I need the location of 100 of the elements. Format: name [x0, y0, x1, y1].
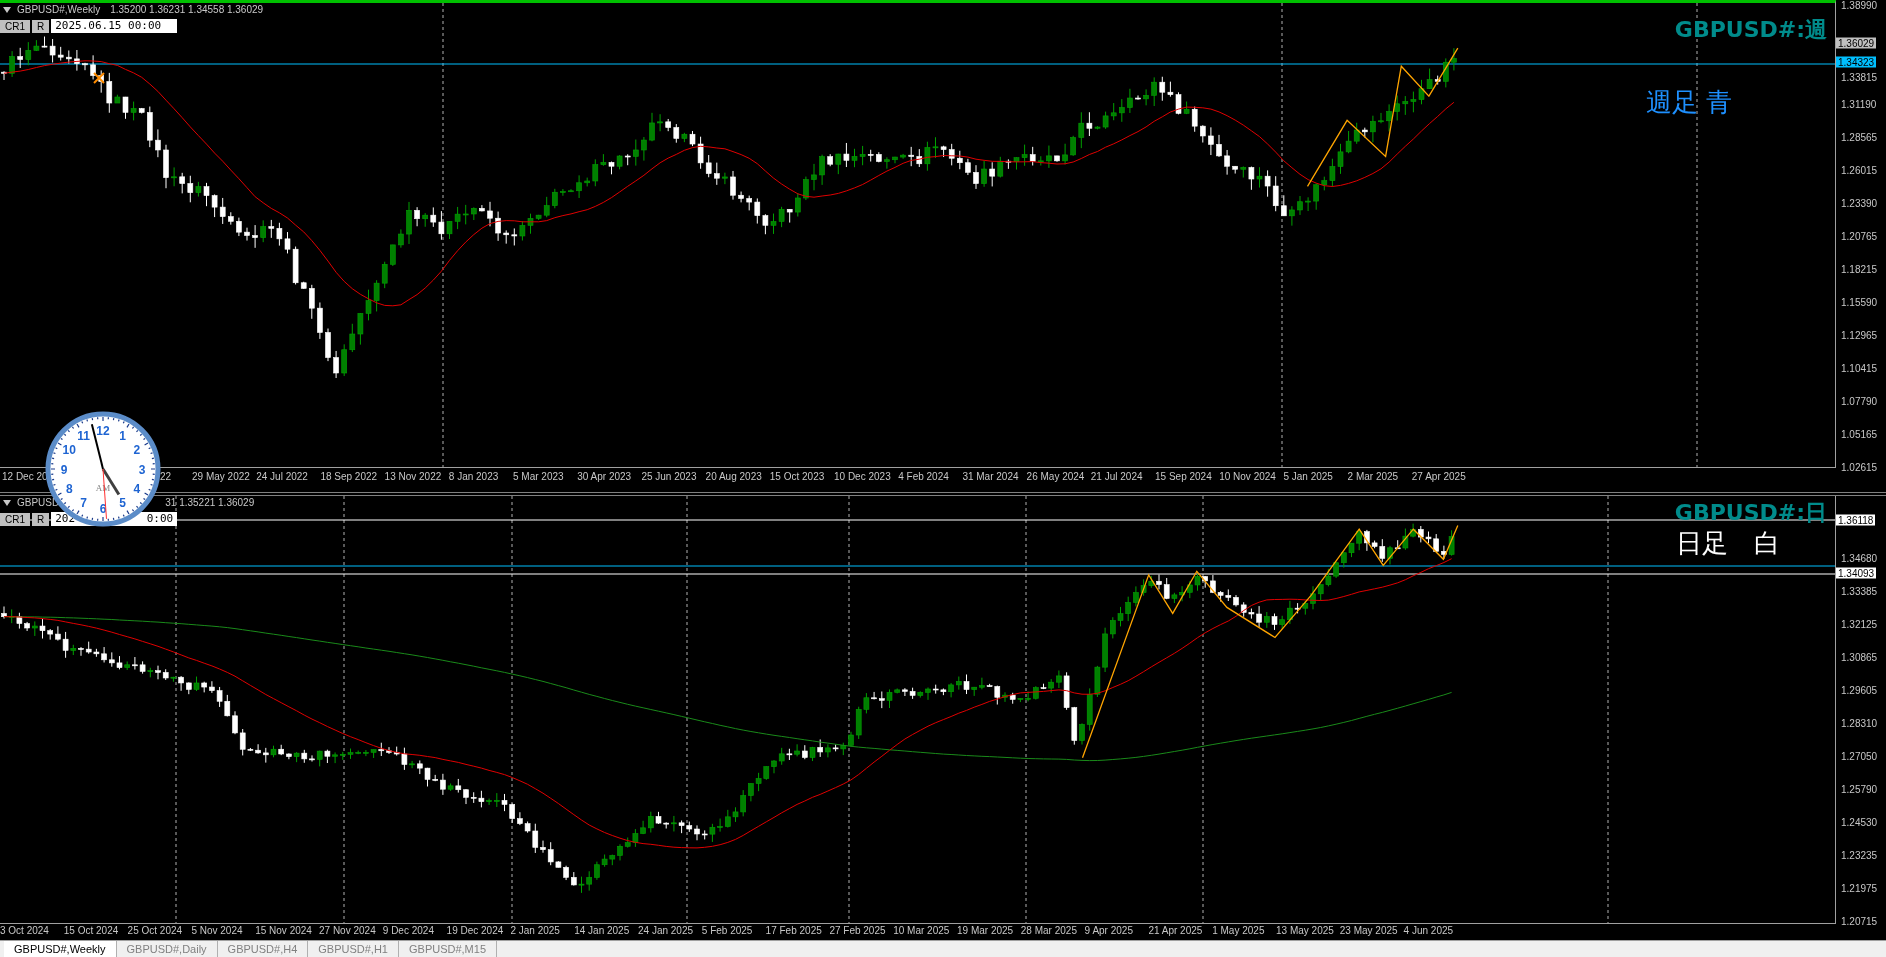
- time-axis-label: 23 May 2025: [1339, 925, 1398, 936]
- chart-tab[interactable]: GBPUSD#,Weekly: [4, 941, 117, 957]
- time-axis-label: 22: [160, 471, 172, 482]
- time-axis-label: 4 Feb 2024: [898, 471, 949, 482]
- price-axis-label: 1.20765: [1841, 230, 1878, 242]
- clock-number: 2: [133, 443, 141, 457]
- time-axis-label: 13 Nov 2022: [384, 471, 442, 482]
- chart-title: GBPUSD#:週: [1674, 16, 1827, 44]
- time-axis-label: 25 Oct 2024: [127, 925, 183, 936]
- time-axis-label: 21 Apr 2025: [1148, 925, 1203, 936]
- time-axis-label: 30 Apr 2023: [577, 471, 632, 482]
- price-axis-label: 1.38990: [1841, 0, 1878, 11]
- chart-tab[interactable]: GBPUSD#,M15: [399, 941, 497, 957]
- ohlc-values: 1.35200 1.36231 1.34558 1.36029: [110, 4, 264, 15]
- time-axis-label: 17 Feb 2025: [765, 925, 822, 936]
- price-marker: 1.34323: [1836, 56, 1877, 68]
- price-axis-label: 1.27050: [1841, 750, 1878, 762]
- time-axis-label: 9 Dec 2024: [382, 925, 434, 936]
- time-axis-label: 2 Jan 2025: [510, 925, 560, 936]
- price-axis-label: 1.05165: [1841, 428, 1878, 440]
- chart-tab[interactable]: GBPUSD#,H4: [217, 941, 309, 957]
- price-marker: 1.36029: [1836, 37, 1877, 49]
- price-axis-label: 1.28565: [1841, 131, 1878, 143]
- time-axis-label: 15 Oct 2024: [63, 925, 119, 936]
- datetime-field[interactable]: 2025.06.15 00:00: [51, 19, 178, 33]
- price-axis-label: 1.29605: [1841, 684, 1878, 696]
- price-axis-label: 1.18215: [1841, 263, 1878, 275]
- time-axis-label: 21 Jul 2024: [1090, 471, 1143, 482]
- clock-number: 12: [96, 423, 110, 438]
- time-axis-label: 3 Oct 2024: [0, 925, 49, 936]
- clock-number: 3: [138, 462, 146, 477]
- clock-number: 6: [99, 501, 107, 516]
- chart-note: 週足 青: [1646, 86, 1733, 119]
- chart-note: 日足 白: [1676, 527, 1780, 560]
- time-axis-label: 31 Mar 2024: [962, 471, 1019, 482]
- time-axis-label: 15 Oct 2023: [769, 471, 825, 482]
- price-axis-label: 1.10415: [1841, 362, 1878, 374]
- price-axis-label: 1.25790: [1841, 783, 1878, 795]
- time-axis-label: 4 Jun 2025: [1403, 925, 1454, 936]
- time-axis-label: 19 Mar 2025: [957, 925, 1014, 936]
- time-axis-label: 10 Mar 2025: [893, 925, 950, 936]
- clock-number: 10: [62, 443, 76, 457]
- price-axis-label: 1.12965: [1841, 329, 1878, 341]
- time-axis-label: 28 Mar 2025: [1020, 925, 1077, 936]
- time-axis-label: 27 Feb 2025: [829, 925, 886, 936]
- time-axis-label: 27 Nov 2024: [319, 925, 376, 936]
- time-axis-label: 18 Sep 2022: [320, 471, 378, 482]
- time-axis-label: 10 Nov 2024: [1219, 471, 1276, 482]
- time-axis-label: 24 Jan 2025: [638, 925, 694, 936]
- clock-number: 9: [60, 462, 68, 477]
- chart-tab[interactable]: GBPUSD#,Daily: [116, 941, 218, 957]
- chart-button[interactable]: R: [32, 19, 50, 33]
- time-axis-label: 9 Apr 2025: [1084, 925, 1133, 936]
- price-axis-label: 1.32125: [1841, 618, 1878, 630]
- time-axis-label: 5 Feb 2025: [701, 925, 753, 936]
- clock-number: 7: [80, 496, 87, 511]
- price-marker: 1.34093: [1836, 567, 1877, 579]
- time-axis-label: 2 Mar 2025: [1347, 471, 1399, 482]
- price-axis-label: 1.31190: [1841, 98, 1877, 110]
- time-axis-label: 5 Nov 2024: [191, 925, 243, 936]
- price-axis-label: 1.26015: [1841, 164, 1878, 176]
- clock-number: 11: [77, 428, 90, 443]
- price-axis-label: 1.23390: [1841, 197, 1878, 209]
- time-axis-label: 27 Apr 2025: [1411, 471, 1466, 482]
- price-axis-label: 1.34680: [1841, 552, 1878, 564]
- price-axis-label: 1.33385: [1841, 585, 1878, 597]
- chart-tab[interactable]: GBPUSD#,H1: [308, 941, 399, 957]
- chart-button[interactable]: CR1: [0, 19, 30, 33]
- time-axis-label: 25 Jun 2023: [641, 471, 697, 482]
- price-axis-label: 1.28310: [1841, 717, 1878, 729]
- time-axis-label: 24 Jul 2022: [256, 471, 308, 482]
- time-axis-label: 5 Jan 2025: [1283, 471, 1333, 482]
- price-axis-label: 1.21975: [1841, 882, 1878, 894]
- chart-symbol: GBPUSD#,Weekly: [17, 4, 101, 15]
- time-axis-label: 5 Mar 2023: [513, 471, 564, 482]
- time-axis-label: 19 Dec 2024: [446, 925, 504, 936]
- price-axis-label: 1.02615: [1841, 461, 1878, 473]
- ohlc-values: 31 1.35221 1.36029: [165, 497, 255, 508]
- time-axis-label: 13 May 2025: [1276, 925, 1334, 936]
- chart-button[interactable]: R: [32, 512, 50, 526]
- price-axis-label: 1.24530: [1841, 816, 1878, 828]
- time-axis-label: 14 Jan 2025: [574, 925, 630, 936]
- time-axis-label: 1 May 2025: [1212, 925, 1265, 936]
- price-axis-label: 1.20715: [1841, 915, 1878, 927]
- price-axis-label: 1.07790: [1841, 395, 1878, 407]
- chart-title: GBPUSD#:日: [1674, 499, 1827, 527]
- clock-number: 5: [119, 496, 126, 511]
- time-axis-label: 8 Jan 2023: [448, 471, 499, 482]
- price-marker: 1.36118: [1836, 514, 1876, 526]
- time-axis-label: 26 May 2024: [1026, 471, 1085, 482]
- time-axis-label: 15 Nov 2024: [255, 925, 312, 936]
- price-axis-label: 1.23235: [1841, 849, 1878, 861]
- time-axis-label: 10 Dec 2023: [834, 471, 891, 482]
- price-axis-label: 1.33815: [1841, 71, 1878, 83]
- clock-number: 4: [133, 482, 141, 496]
- chart-button[interactable]: CR1: [0, 512, 30, 526]
- time-axis-label: 20 Aug 2023: [705, 471, 762, 482]
- time-axis-label: 29 May 2022: [192, 471, 250, 482]
- price-axis-label: 1.30865: [1841, 651, 1878, 663]
- price-axis-label: 1.15590: [1841, 296, 1878, 308]
